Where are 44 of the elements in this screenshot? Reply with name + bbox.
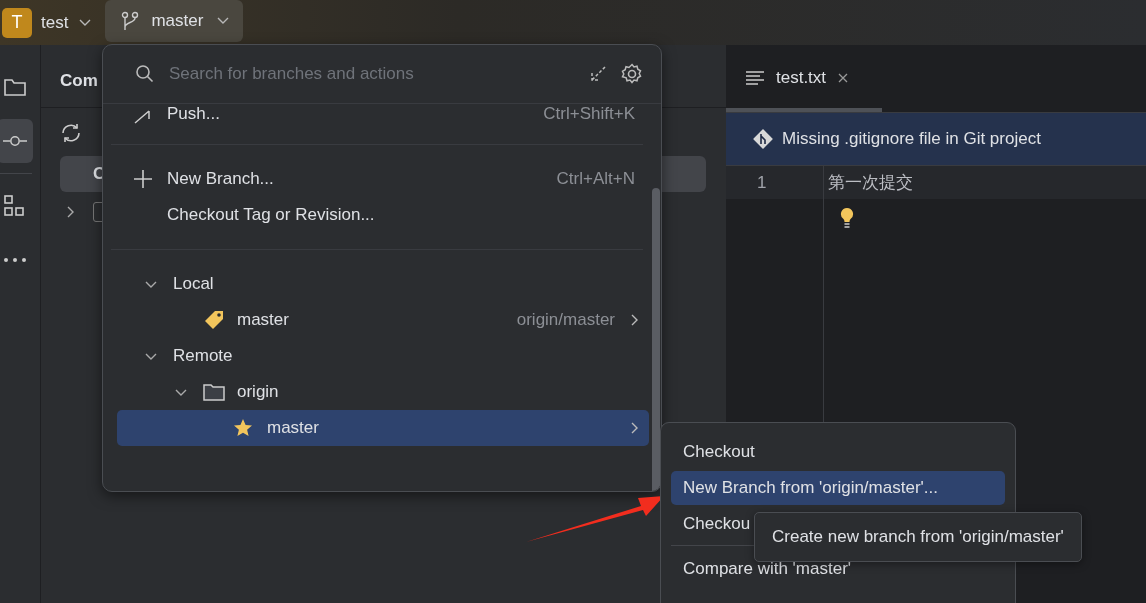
- search-field[interactable]: Search for branches and actions: [169, 64, 575, 84]
- menu-item-label: Push...: [167, 104, 221, 124]
- commit-icon: [3, 135, 27, 147]
- text-file-icon: [746, 71, 764, 85]
- chevron-down-icon: [217, 17, 230, 25]
- tree-item[interactable]: Remote: [117, 338, 649, 374]
- menu-item-label: New Branch...: [167, 169, 275, 189]
- tree-item[interactable]: master: [117, 410, 649, 446]
- push-arrow-icon: [133, 110, 153, 124]
- scrollbar-thumb[interactable]: [652, 188, 660, 491]
- collapse-icon[interactable]: [589, 65, 607, 83]
- more-icon: [3, 257, 27, 263]
- close-icon[interactable]: [838, 73, 849, 83]
- tree-item[interactable]: origin: [117, 374, 649, 410]
- chevron-right-icon: [67, 206, 75, 218]
- menu-item[interactable]: Checkout: [671, 435, 1005, 469]
- shortcut-label: Ctrl+Shift+K: [543, 104, 635, 124]
- folder-icon: [203, 383, 225, 401]
- banner-text: Missing .gitignore file in Git project: [782, 129, 1041, 149]
- branch-selector[interactable]: master: [105, 0, 244, 42]
- lightbulb-icon[interactable]: [840, 207, 854, 229]
- shortcut-label: Ctrl+Alt+N: [556, 169, 635, 189]
- chevron-down-icon: [79, 18, 92, 27]
- project-selector[interactable]: T test: [0, 1, 96, 44]
- chevron-right-icon[interactable]: [631, 422, 639, 434]
- panel-title: Com: [60, 71, 98, 92]
- project-name: test: [41, 12, 69, 33]
- settings-icon[interactable]: [621, 63, 643, 85]
- menu-item[interactable]: New Branch from 'origin/master'...: [671, 471, 1005, 505]
- branch-icon: [121, 11, 140, 31]
- tree-item[interactable]: master origin/master: [117, 302, 649, 338]
- menu-item-label: Checkout Tag or Revision...: [167, 205, 376, 225]
- commit-tool-button[interactable]: [0, 119, 33, 163]
- project-avatar: T: [2, 7, 32, 38]
- folder-icon: [3, 76, 27, 98]
- plus-icon: [133, 169, 153, 189]
- tooltip: Create new branch from 'origin/master': [754, 512, 1082, 562]
- refresh-icon: [59, 122, 83, 144]
- chevron-right-icon[interactable]: [631, 314, 639, 326]
- branch-name: master: [151, 11, 204, 31]
- search-icon: [135, 64, 155, 84]
- tree-item[interactable]: Local: [117, 266, 649, 302]
- structure-icon: [3, 194, 27, 218]
- line-number: 1: [726, 166, 823, 199]
